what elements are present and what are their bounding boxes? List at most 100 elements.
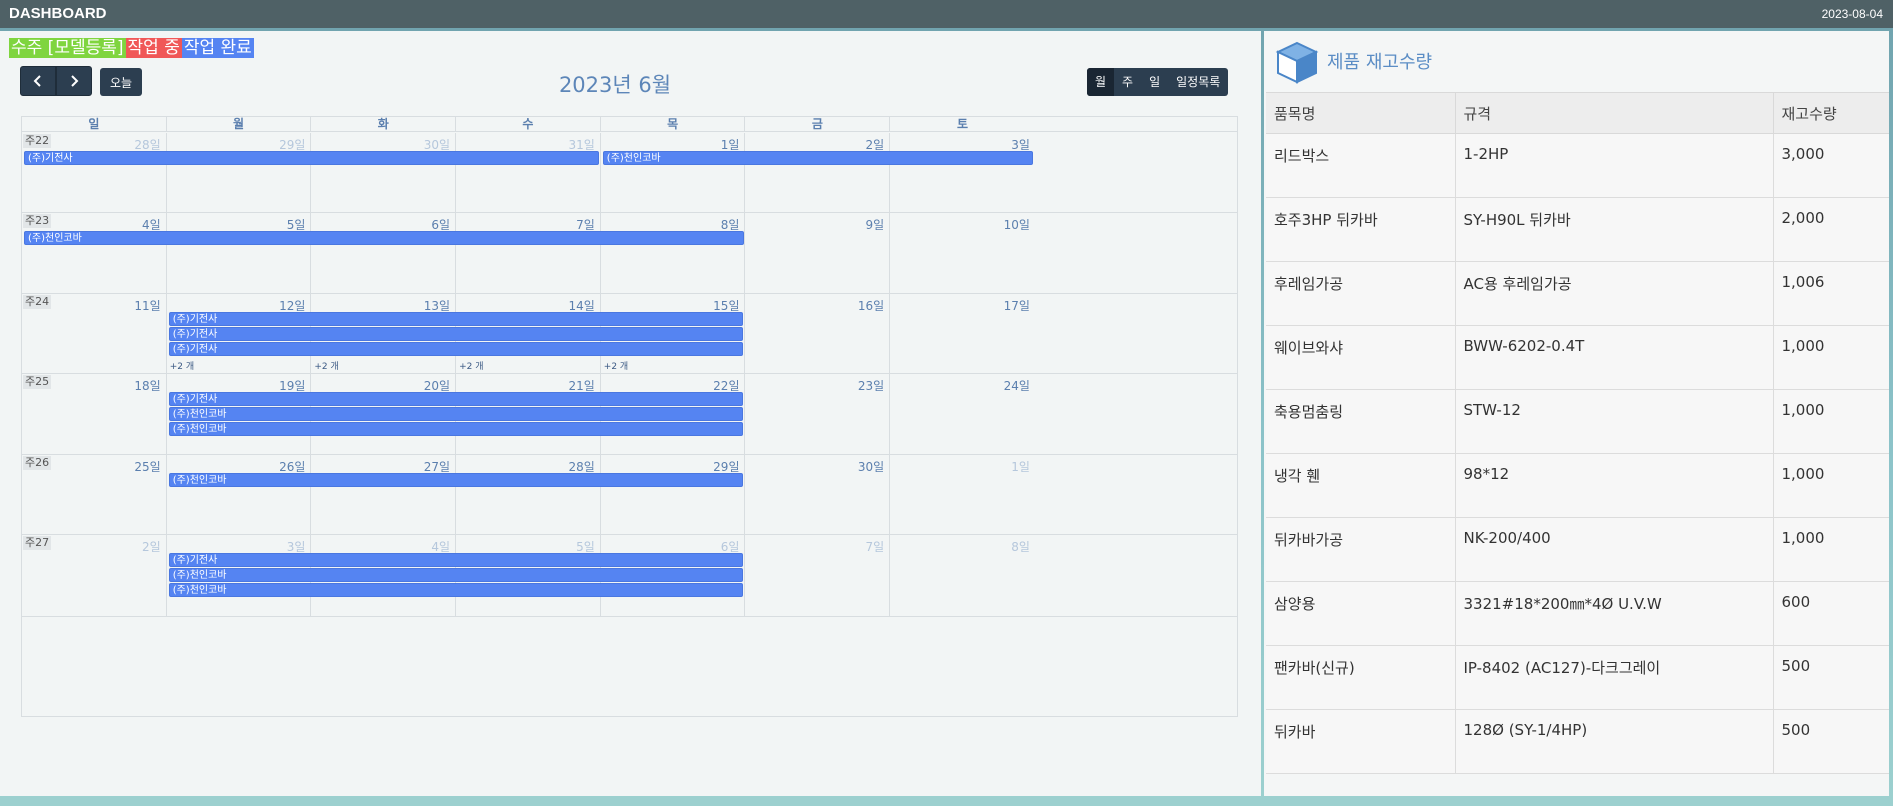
stock-header: 제품 재고수량	[1264, 31, 1889, 92]
quantity-cell: 1,000	[1773, 453, 1889, 518]
more-events-link[interactable]: +2 개	[604, 359, 628, 372]
day-number[interactable]: 1일	[1011, 458, 1030, 475]
calendar-event[interactable]: (주)천인코바	[602, 151, 1033, 165]
prev-month-button[interactable]	[20, 66, 56, 96]
quantity-cell: 3,000	[1773, 133, 1889, 198]
day-number[interactable]: 8일	[1011, 538, 1030, 555]
day-cell[interactable]: 9일	[746, 213, 891, 294]
day-number[interactable]: 25일	[134, 458, 160, 475]
table-row[interactable]: 뒤카바가공 NK-200/400 1,000	[1266, 517, 1889, 582]
more-events-link[interactable]: +2 개	[170, 359, 194, 372]
table-row[interactable]: 후레임가공 AC용 후레임가공 1,006	[1266, 261, 1889, 326]
today-button[interactable]: 오늘	[100, 68, 142, 96]
day-number[interactable]: 23일	[858, 377, 884, 394]
day-cell[interactable]: 29일	[601, 455, 746, 535]
day-cell[interactable]: 3일	[890, 133, 1035, 213]
day-cell[interactable]: 7일	[456, 213, 601, 294]
item-name-cell: 웨이브와샤	[1266, 325, 1456, 390]
weekday-sat: 토	[957, 117, 969, 131]
calendar-event[interactable]: (주)기전사	[168, 342, 744, 356]
day-cell[interactable]: 23일	[746, 374, 891, 455]
day-number[interactable]: 11일	[134, 297, 160, 314]
legend-completed: 작업 완료	[181, 38, 254, 58]
day-number[interactable]: 30일	[858, 458, 884, 475]
day-number[interactable]: 2일	[142, 538, 161, 555]
weekday-tue: 화	[311, 117, 457, 132]
view-month-button[interactable]: 월	[1087, 68, 1115, 96]
day-cell[interactable]: 2일	[746, 133, 891, 213]
item-name-cell: 축용멈춤링	[1266, 389, 1456, 454]
day-number[interactable]: 16일	[858, 297, 884, 314]
calendar-event[interactable]: (주)천인코바	[168, 583, 744, 597]
day-cell[interactable]: 26일	[167, 455, 312, 535]
spec-cell: 1-2HP	[1455, 133, 1774, 198]
more-events-link[interactable]: +2 개	[459, 359, 483, 372]
day-cell[interactable]: 6일	[311, 213, 457, 294]
day-cell[interactable]: 1일	[601, 133, 746, 213]
col-item-name[interactable]: 품목명	[1266, 92, 1456, 134]
day-number[interactable]: 7일	[866, 538, 885, 555]
day-number[interactable]: 24일	[1004, 377, 1030, 394]
day-cell[interactable]: 8일	[601, 213, 746, 294]
spec-cell: STW-12	[1455, 389, 1774, 454]
table-row[interactable]: 웨이브와샤 BWW-6202-0.4T 1,000	[1266, 325, 1889, 390]
day-number[interactable]: 10일	[1004, 216, 1030, 233]
day-cell[interactable]: 17일	[890, 294, 1035, 374]
day-cell[interactable]: 4일 주23	[22, 213, 167, 294]
calendar-event[interactable]: (주)천인코바	[168, 407, 744, 421]
table-row[interactable]: 냉각 휀 98*12 1,000	[1266, 453, 1889, 518]
calendar-event[interactable]: (주)천인코바	[24, 231, 744, 245]
table-row[interactable]: 삼양용 3321#18*200㎜*4Ø U.V.W 600	[1266, 581, 1889, 646]
col-quantity[interactable]: 재고수량	[1773, 92, 1889, 134]
calendar-event[interactable]: (주)천인코바	[168, 473, 744, 487]
table-row[interactable]: 리드박스 1-2HP 3,000	[1266, 133, 1889, 198]
quantity-cell: 1,006	[1773, 261, 1889, 326]
table-row[interactable]: 뒤카바 128Ø (SY-1/4HP) 500	[1266, 709, 1889, 774]
day-cell[interactable]: 29일	[167, 133, 312, 213]
day-cell[interactable]: 27일	[311, 455, 457, 535]
day-cell[interactable]: 28일	[456, 455, 601, 535]
calendar-event[interactable]: (주)기전사	[168, 392, 744, 406]
calendar-event[interactable]: (주)천인코바	[168, 422, 744, 436]
table-header-row: 품목명 규격 재고수량	[1266, 92, 1889, 134]
day-number[interactable]: 9일	[866, 216, 885, 233]
calendar-event[interactable]: (주)기전사	[24, 151, 599, 165]
day-cell[interactable]: 24일	[890, 374, 1035, 455]
more-events-link[interactable]: +2 개	[314, 359, 338, 372]
day-cell[interactable]: 16일	[746, 294, 891, 374]
day-cell[interactable]: 8일	[890, 535, 1035, 617]
calendar-event[interactable]: (주)기전사	[168, 312, 744, 326]
day-cell[interactable]: 18일 주25	[22, 374, 167, 455]
day-number[interactable]: 18일	[134, 377, 160, 394]
weekday-sun: 일	[22, 117, 167, 132]
legend-order-registered: 수주 [모델등록]	[9, 38, 126, 58]
table-row[interactable]: 팬카바(신규) IP-8402 (AC127)-다크그레이 500	[1266, 645, 1889, 710]
day-cell[interactable]: 30일	[311, 133, 457, 213]
day-cell[interactable]: 10일	[890, 213, 1035, 294]
calendar-event[interactable]: (주)천인코바	[168, 568, 744, 582]
view-week-button[interactable]: 주	[1114, 68, 1141, 96]
col-spec[interactable]: 규격	[1455, 92, 1774, 134]
day-cell[interactable]: 5일	[167, 213, 312, 294]
day-cell[interactable]: 11일 주24	[22, 294, 167, 374]
day-cell[interactable]: 28일 주22	[22, 133, 167, 213]
day-cell[interactable]: 25일 주26	[22, 455, 167, 535]
day-cell[interactable]: 30일	[746, 455, 891, 535]
item-name-cell: 뒤카바	[1266, 709, 1456, 774]
day-cell[interactable]: 31일	[456, 133, 601, 213]
stock-panel: 제품 재고수량 품목명 규격 재고수량 리드박스 1-2HP 3,000 호주3HP …	[1264, 31, 1889, 796]
day-cell[interactable]: 2일 주27	[22, 535, 167, 617]
day-number[interactable]: 17일	[1004, 297, 1030, 314]
table-row[interactable]: 호주3HP 뒤카바 SY-H90L 뒤카바 2,000	[1266, 197, 1889, 262]
next-month-button[interactable]	[56, 66, 92, 96]
day-cell[interactable]: 1일	[890, 455, 1035, 535]
table-row[interactable]: 축용멈춤링 STW-12 1,000	[1266, 389, 1889, 454]
view-list-button[interactable]: 일정목록	[1168, 68, 1228, 96]
view-day-button[interactable]: 일	[1141, 68, 1168, 96]
calendar-event[interactable]: (주)기전사	[168, 327, 744, 341]
week-number: 주26	[23, 456, 52, 470]
calendar-event[interactable]: (주)기전사	[168, 553, 744, 567]
day-cell[interactable]: 7일	[746, 535, 891, 617]
week-number: 주24	[23, 295, 52, 309]
status-legend: 수주 [모델등록] 작업 중 작업 완료	[9, 38, 254, 58]
